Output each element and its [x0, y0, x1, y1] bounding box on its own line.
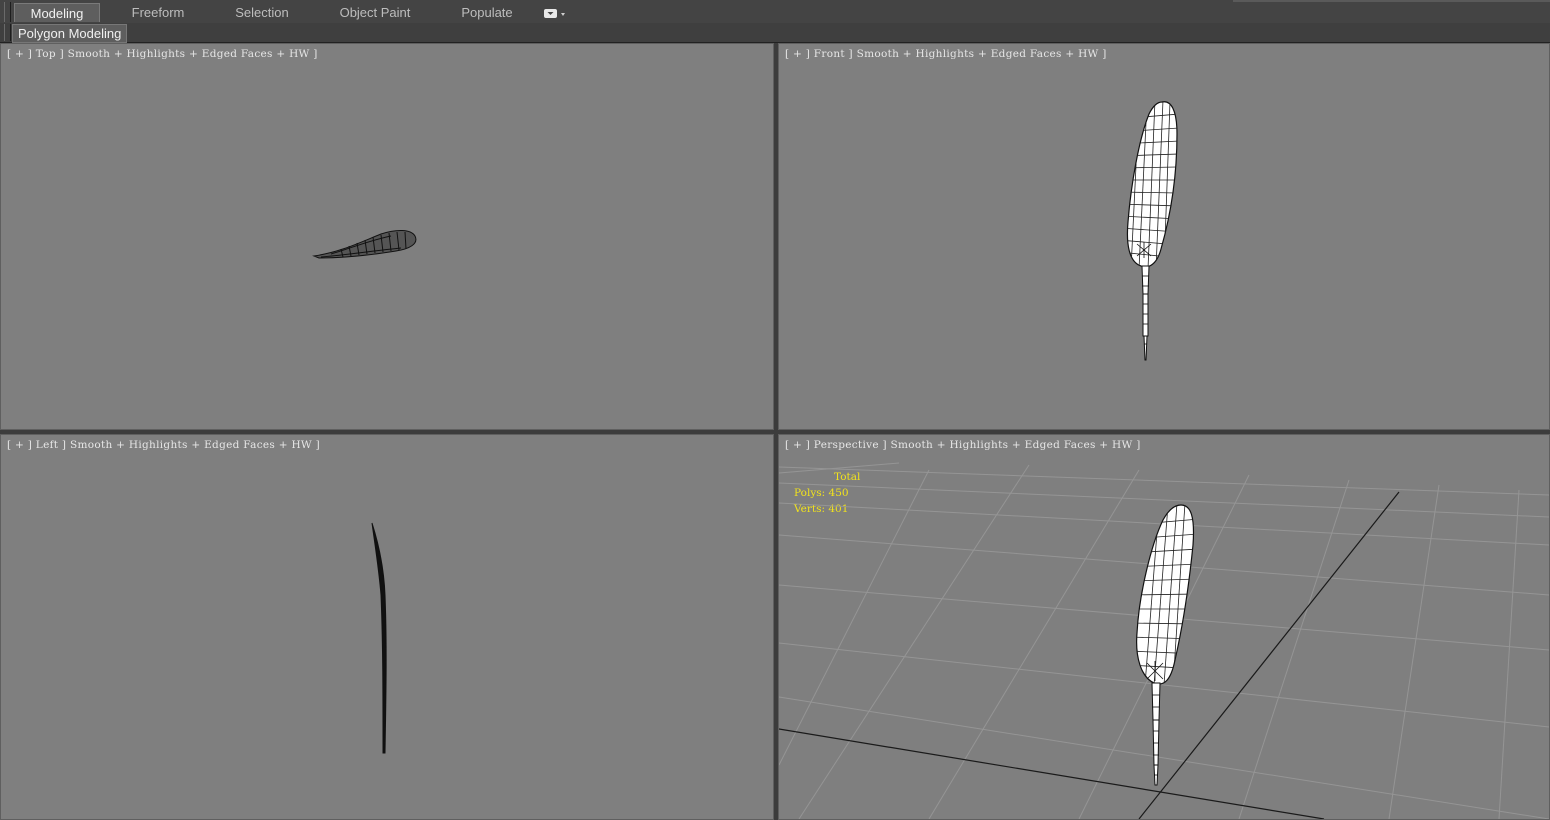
viewport-front[interactable]: [ + ] Front ] Smooth + Highlights + Edge…: [778, 43, 1550, 430]
panel-grip-handle[interactable]: [4, 24, 11, 41]
ribbon-panel-row: Polygon Modeling: [0, 23, 1550, 43]
viewport-top[interactable]: [ + ] Top ] Smooth + Highlights + Edged …: [0, 43, 774, 430]
perspective-grid-and-model: [779, 462, 1549, 819]
viewport-horizontal-splitter[interactable]: [0, 430, 1550, 434]
tab-modeling[interactable]: Modeling: [14, 3, 100, 22]
viewport-perspective[interactable]: [ + ] Perspective ] Smooth + Highlights …: [778, 434, 1550, 820]
feather-side-view-model: [371, 522, 387, 754]
tab-populate[interactable]: Populate: [446, 3, 528, 22]
polygon-modeling-panel-button[interactable]: Polygon Modeling: [12, 24, 128, 43]
tab-object-paint[interactable]: Object Paint: [325, 3, 425, 22]
feather-front-view-model: [1126, 101, 1178, 361]
ribbon-top-divider: [1233, 0, 1550, 2]
ribbon-options-dropdown-icon[interactable]: [544, 7, 568, 19]
viewport-left[interactable]: [ + ] Left ] Smooth + Highlights + Edged…: [0, 434, 774, 820]
tab-selection[interactable]: Selection: [220, 3, 304, 22]
feather-top-view-model: [312, 230, 417, 259]
tab-freeform[interactable]: Freeform: [117, 3, 199, 22]
ribbon-grip-handle[interactable]: [4, 2, 11, 22]
ribbon-tab-bar: Modeling Freeform Selection Object Paint…: [0, 0, 1550, 24]
